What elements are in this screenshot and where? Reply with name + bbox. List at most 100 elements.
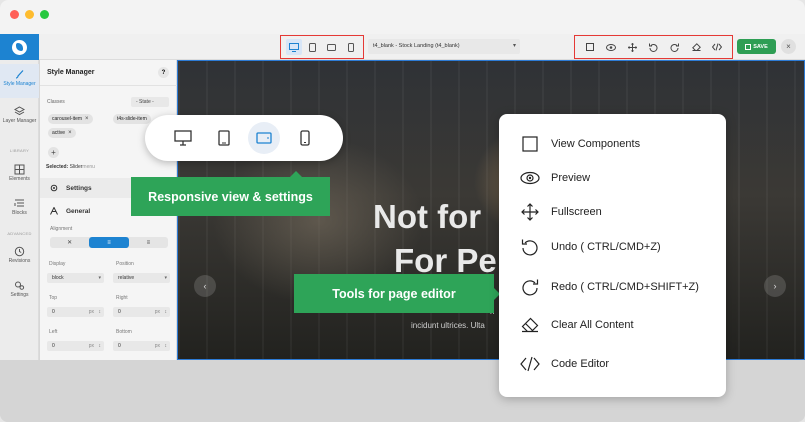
bottom-input[interactable]: 0 px ↕ xyxy=(113,341,170,351)
sidebar-item-style-manager[interactable]: Style Manager xyxy=(0,64,39,98)
top-value: 0 xyxy=(52,309,55,315)
chevron-right-icon: › xyxy=(773,281,777,291)
layers-icon xyxy=(14,106,25,116)
gear-icon xyxy=(50,184,58,192)
position-label: Position xyxy=(116,261,134,267)
code-editor-button[interactable] xyxy=(710,40,724,54)
display-label: Display xyxy=(49,261,66,267)
tablet-view-large-button[interactable] xyxy=(208,122,240,154)
hero-heading-line1[interactable]: Not for xyxy=(373,198,481,236)
editor-toolbar: t4_blank - Stock Landing (t4_blank) ▾ SA… xyxy=(0,34,805,60)
align-none-button[interactable]: ✕ xyxy=(50,237,89,248)
hero-subtext-line2: incidunt ultrices. Ulta xyxy=(411,321,485,330)
position-select[interactable]: relative ▾ xyxy=(113,273,170,283)
align-right-button[interactable]: ≡ xyxy=(129,237,168,248)
stepper-icon[interactable]: ↕ xyxy=(165,309,168,315)
template-select[interactable]: t4_blank - Stock Landing (t4_blank) ▾ xyxy=(368,39,520,54)
unit-label: px xyxy=(88,309,94,315)
display-select[interactable]: block ▾ xyxy=(47,273,104,283)
sidebar-item-blocks[interactable]: Blocks xyxy=(0,198,39,222)
preview-button[interactable] xyxy=(604,40,618,54)
desktop-view-button[interactable] xyxy=(285,39,302,55)
sidebar-item-elements[interactable]: Elements xyxy=(0,164,39,188)
menu-item-undo[interactable]: Undo ( CTRL/CMD+Z) xyxy=(519,236,719,258)
add-class-button[interactable]: + xyxy=(48,147,59,158)
stepper-icon[interactable]: ↕ xyxy=(165,343,168,349)
responsive-view-popover xyxy=(145,115,343,161)
left-input[interactable]: 0 px ↕ xyxy=(47,341,104,351)
alignment-control: ✕ ≡ ≡ xyxy=(50,237,168,248)
close-editor-button[interactable]: × xyxy=(781,39,796,54)
menu-item-preview[interactable]: Preview xyxy=(519,167,719,189)
stepper-icon[interactable]: ↕ xyxy=(99,343,102,349)
carousel-prev-button[interactable]: ‹ xyxy=(194,275,216,297)
right-input[interactable]: 0 px ↕ xyxy=(113,307,170,317)
history-icon xyxy=(14,246,25,257)
class-tag-label: active xyxy=(52,130,66,136)
class-tag-label: t4s-slide-item xyxy=(117,116,147,122)
maximize-window-dot[interactable] xyxy=(40,10,49,19)
class-tag[interactable]: t4s-slide-item xyxy=(113,114,151,124)
menu-item-redo[interactable]: Redo ( CTRL/CMD+SHIFT+Z) xyxy=(519,276,719,298)
chevron-down-icon: ▾ xyxy=(512,43,516,49)
tablet-landscape-view-large-button[interactable] xyxy=(248,122,281,154)
menu-item-clear-all[interactable]: Clear All Content xyxy=(519,314,719,336)
window-titlebar xyxy=(0,0,805,34)
code-icon xyxy=(520,356,540,372)
tablet-landscape-view-button[interactable] xyxy=(324,39,340,55)
stepper-icon[interactable]: ↕ xyxy=(99,309,102,315)
unit-label: px xyxy=(154,343,160,349)
display-value: block xyxy=(52,275,64,281)
minimize-window-dot[interactable] xyxy=(25,10,34,19)
tablet-view-button[interactable] xyxy=(305,39,321,55)
selected-value: Slider xyxy=(69,164,83,170)
mobile-icon xyxy=(347,42,354,52)
mobile-view-button[interactable] xyxy=(343,39,359,55)
eraser-icon xyxy=(691,43,701,51)
view-components-icon xyxy=(522,136,538,152)
sidebar-item-revisions[interactable]: Revisions xyxy=(0,246,39,270)
app-logo[interactable] xyxy=(0,34,39,60)
sidebar-item-layer-manager[interactable]: Layer Manager xyxy=(0,106,39,136)
classes-label: Classes xyxy=(47,99,65,105)
panel-header: Style Manager ? xyxy=(40,60,177,86)
undo-icon xyxy=(521,239,538,256)
state-select[interactable]: - State - xyxy=(131,97,169,107)
menu-item-view-components[interactable]: View Components xyxy=(519,133,719,155)
align-left-button[interactable]: ≡ xyxy=(89,237,129,248)
remove-tag-icon[interactable]: × xyxy=(85,116,89,122)
sidebar-item-label: Revisions xyxy=(8,258,31,264)
grid-icon xyxy=(14,164,25,175)
mobile-view-large-button[interactable] xyxy=(289,122,321,154)
desktop-view-large-button[interactable] xyxy=(167,122,199,154)
right-label: Right xyxy=(116,295,128,301)
editor-tools xyxy=(574,35,733,59)
menu-item-code-editor[interactable]: Code Editor xyxy=(519,353,719,375)
selected-label: Selected: xyxy=(46,164,69,170)
sidebar-item-settings[interactable]: Settings xyxy=(0,280,39,304)
view-components-button[interactable] xyxy=(583,40,597,54)
close-window-dot[interactable] xyxy=(10,10,19,19)
tablet-icon xyxy=(309,42,316,52)
class-tag-label: carousel-item xyxy=(52,116,83,122)
class-tag[interactable]: active × xyxy=(48,128,76,138)
redo-button[interactable] xyxy=(668,40,682,54)
top-input[interactable]: 0 px ↕ xyxy=(47,307,104,317)
undo-icon xyxy=(648,43,658,52)
save-button[interactable]: SAVE xyxy=(737,39,776,54)
menu-item-label: Code Editor xyxy=(551,358,610,370)
undo-button[interactable] xyxy=(646,40,660,54)
bottom-label: Bottom xyxy=(116,329,132,335)
menu-item-label: Preview xyxy=(551,172,591,184)
menu-item-fullscreen[interactable]: Fullscreen xyxy=(519,201,719,223)
sidebar-item-label: Settings xyxy=(10,292,29,298)
left-value: 0 xyxy=(52,343,55,349)
help-button[interactable]: ? xyxy=(158,67,169,78)
remove-tag-icon[interactable]: × xyxy=(68,130,72,136)
class-tag[interactable]: carousel-item × xyxy=(48,114,93,124)
menu-item-label: Fullscreen xyxy=(551,206,602,218)
clear-content-button[interactable] xyxy=(689,40,703,54)
blocks-icon xyxy=(14,199,24,207)
fullscreen-button[interactable] xyxy=(625,40,639,54)
carousel-next-button[interactable]: › xyxy=(764,275,786,297)
